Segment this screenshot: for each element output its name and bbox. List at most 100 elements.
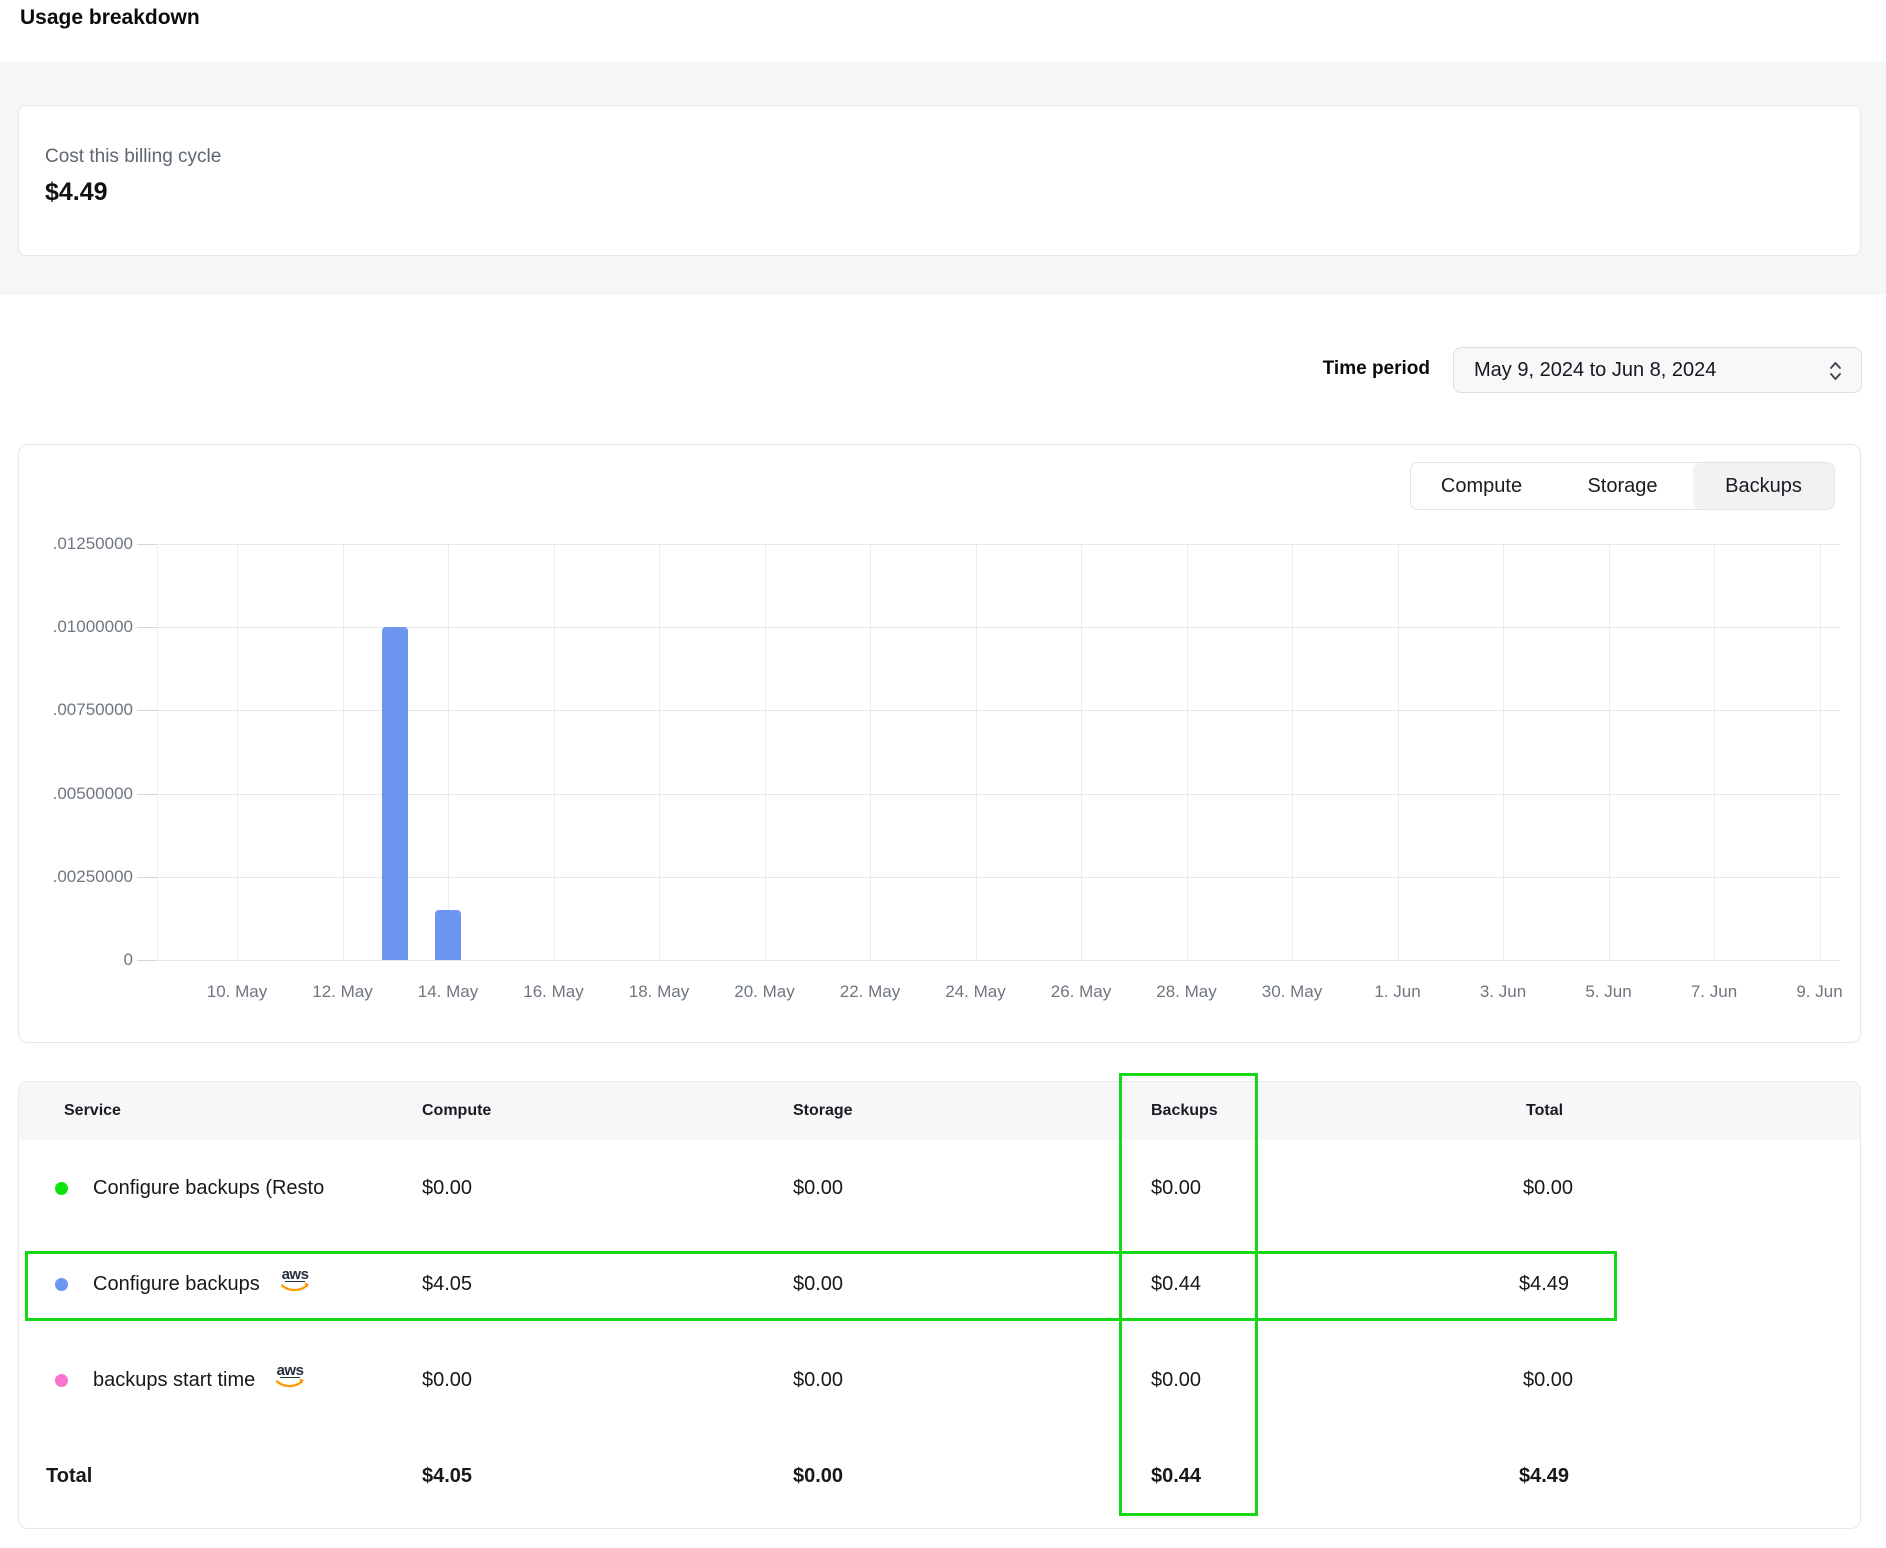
- total-row-label: Total: [46, 1428, 92, 1524]
- service-name: Configure backups (Resto: [93, 1140, 343, 1236]
- cost-cycle-label: Cost this billing cycle: [45, 146, 221, 168]
- total-total: $4.49: [1519, 1428, 1569, 1524]
- y-gridline: [157, 794, 1840, 795]
- x-gridline: [1609, 544, 1610, 960]
- time-period-select[interactable]: May 9, 2024 to Jun 8, 2024: [1453, 347, 1862, 393]
- col-header-backups: Backups: [1151, 1082, 1218, 1140]
- x-gridline: [1187, 544, 1188, 960]
- total-storage: $0.00: [793, 1428, 843, 1524]
- y-tick: [137, 794, 157, 795]
- bar-13-may[interactable]: [382, 627, 408, 960]
- y-gridline: [157, 877, 1840, 878]
- x-tick-label: 18. May: [606, 982, 712, 1002]
- x-gridline: [659, 544, 660, 960]
- x-tick-label: 12. May: [290, 982, 396, 1002]
- y-tick: [137, 544, 157, 545]
- y-tick-label: .00750000: [23, 700, 133, 720]
- table-row: Configure backups aws $4.05 $0.00 $0.44 …: [19, 1236, 1860, 1332]
- service-name: backups start time: [93, 1369, 255, 1392]
- usage-table-card: Service Compute Storage Backups Total Co…: [18, 1081, 1861, 1529]
- bar-14-may[interactable]: [435, 910, 461, 960]
- cost-cycle-value: $4.49: [45, 178, 108, 207]
- tab-backups[interactable]: Backups: [1693, 463, 1834, 509]
- y-tick-label: .00250000: [23, 867, 133, 887]
- x-gridline: [1081, 544, 1082, 960]
- table-total-row: Total $4.05 $0.00 $0.44 $4.49: [19, 1428, 1860, 1529]
- backups-value: $0.44: [1151, 1236, 1201, 1332]
- total-value: $0.00: [1523, 1332, 1573, 1428]
- tab-storage[interactable]: Storage: [1552, 463, 1693, 509]
- storage-value: $0.00: [793, 1140, 843, 1236]
- x-tick-label: 3. Jun: [1450, 982, 1556, 1002]
- chart-metric-tabs: Compute Storage Backups: [1410, 462, 1835, 510]
- total-value: $4.49: [1519, 1236, 1569, 1332]
- x-gridline: [1820, 544, 1821, 960]
- storage-value: $0.00: [793, 1332, 843, 1428]
- page-title: Usage breakdown: [20, 6, 200, 30]
- table-row: Configure backups (Resto $0.00 $0.00 $0.…: [19, 1140, 1860, 1236]
- col-header-service: Service: [64, 1082, 121, 1140]
- x-gridline: [1398, 544, 1399, 960]
- time-period-value: May 9, 2024 to Jun 8, 2024: [1474, 359, 1716, 382]
- series-dot: [55, 1374, 68, 1387]
- y-tick: [137, 710, 157, 711]
- col-header-compute: Compute: [422, 1082, 491, 1140]
- x-tick-label: 7. Jun: [1661, 982, 1767, 1002]
- y-gridline: [157, 710, 1840, 711]
- x-tick-label: 10. May: [184, 982, 290, 1002]
- service-name: Configure backups: [93, 1273, 260, 1296]
- x-tick-label: 14. May: [395, 982, 501, 1002]
- x-tick-label: 9. Jun: [1767, 982, 1873, 1002]
- aws-logo-icon: aws: [277, 1266, 313, 1302]
- backups-value: $0.00: [1151, 1140, 1201, 1236]
- y-tick-label: .01250000: [23, 534, 133, 554]
- backups-value: $0.00: [1151, 1332, 1201, 1428]
- y-gridline: [157, 960, 1840, 961]
- x-gridline: [1292, 544, 1293, 960]
- col-header-total: Total: [1526, 1082, 1563, 1140]
- y-tick-label: 0: [23, 950, 133, 970]
- x-gridline: [554, 544, 555, 960]
- x-tick-label: 16. May: [501, 982, 607, 1002]
- table-row: backups start time aws $0.00 $0.00 $0.00…: [19, 1332, 1860, 1428]
- y-tick: [137, 960, 157, 961]
- x-gridline: [870, 544, 871, 960]
- y-gridline: [157, 544, 1840, 545]
- y-gridline: [157, 627, 1840, 628]
- x-tick-label: 22. May: [817, 982, 923, 1002]
- x-tick-label: 5. Jun: [1556, 982, 1662, 1002]
- compute-value: $4.05: [422, 1236, 472, 1332]
- usage-chart-card: [18, 444, 1861, 1043]
- compute-value: $0.00: [422, 1332, 472, 1428]
- compute-value: $0.00: [422, 1140, 472, 1236]
- x-tick-label: 24. May: [923, 982, 1029, 1002]
- x-gridline: [1714, 544, 1715, 960]
- x-gridline: [976, 544, 977, 960]
- tab-compute[interactable]: Compute: [1411, 463, 1552, 509]
- x-tick-label: 1. Jun: [1345, 982, 1451, 1002]
- x-gridline: [765, 544, 766, 960]
- table-header-row: Service Compute Storage Backups Total: [19, 1082, 1860, 1140]
- y-tick-label: .00500000: [23, 784, 133, 804]
- x-gridline: [237, 544, 238, 960]
- x-tick-label: 20. May: [712, 982, 818, 1002]
- aws-logo-icon: aws: [272, 1362, 308, 1398]
- usage-breakdown-page: Usage breakdown Cost this billing cycle …: [0, 0, 1886, 1548]
- select-updown-icon: [1828, 359, 1843, 388]
- cost-card: [18, 105, 1861, 256]
- svg-text:aws: aws: [277, 1362, 304, 1379]
- x-tick-label: 28. May: [1134, 982, 1240, 1002]
- storage-value: $0.00: [793, 1236, 843, 1332]
- y-tick-label: .01000000: [23, 617, 133, 637]
- x-tick-label: 30. May: [1239, 982, 1345, 1002]
- x-gridline: [448, 544, 449, 960]
- svg-text:aws: aws: [281, 1266, 308, 1283]
- total-value: $0.00: [1523, 1140, 1573, 1236]
- x-tick-label: 26. May: [1028, 982, 1134, 1002]
- y-tick: [137, 877, 157, 878]
- x-gridline: [1503, 544, 1504, 960]
- col-header-storage: Storage: [793, 1082, 853, 1140]
- series-dot: [55, 1278, 68, 1291]
- total-compute: $4.05: [422, 1428, 472, 1524]
- series-dot: [55, 1182, 68, 1195]
